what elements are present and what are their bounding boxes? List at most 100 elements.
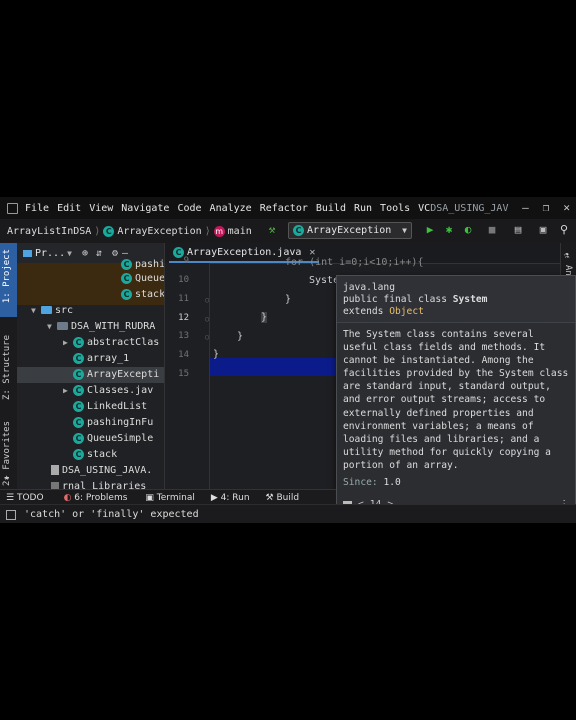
chevron-right-icon: ⟩ xyxy=(204,225,211,237)
tree-item-selected[interactable]: C ArrayExcepti xyxy=(17,367,164,383)
library-icon xyxy=(51,482,59,489)
doc-extends-link[interactable]: Object xyxy=(389,306,424,317)
restore-icon[interactable]: ❐ xyxy=(543,201,550,214)
terminal-icon[interactable]: ▣ xyxy=(537,224,549,236)
breadcrumb-project[interactable]: ArrayListInDSA xyxy=(7,226,91,237)
menu-navigate[interactable]: Navigate xyxy=(121,203,169,214)
tree-item[interactable]: CpashingInFu xyxy=(17,415,164,431)
code-line-9: for (int i=0;i<10;i++){ xyxy=(285,257,424,268)
tree-item[interactable]: C QueueSimple xyxy=(17,431,164,447)
line-number: 13 xyxy=(178,331,189,341)
problems-tool-button[interactable]: ◐ 6: Problems xyxy=(64,493,128,503)
chevron-down-icon: ▼ xyxy=(47,322,52,331)
status-message: 'catch' or 'finally' expected xyxy=(24,509,199,520)
tree-item[interactable]: rnal Libraries xyxy=(17,479,164,489)
menu-tools[interactable]: Tools xyxy=(380,203,410,214)
navigation-bar: ArrayListInDSA ⟩ C ArrayException ⟩ m ma… xyxy=(0,219,576,244)
tree-item[interactable]: Cstack xyxy=(17,447,164,463)
code-separator xyxy=(209,263,210,489)
left-tool-stripe: 1: Project Z: Structure 2: Favorites ★ xyxy=(0,243,18,489)
stop-icon[interactable]: ■ xyxy=(486,224,498,236)
chevron-right-icon: ⟩ xyxy=(94,225,101,237)
menu-build[interactable]: Build xyxy=(316,203,346,214)
bottom-tool-bar: ☰ TODO ◐ 6: Problems ▣ Terminal ▶ 4: Run… xyxy=(0,489,336,505)
tree-item[interactable]: C LinkedList xyxy=(17,399,164,415)
tree-item[interactable]: ▼ src xyxy=(17,303,164,319)
menu-code[interactable]: Code xyxy=(177,203,201,214)
todo-tool-button[interactable]: ☰ TODO xyxy=(6,493,44,503)
code-line-10: Syste xyxy=(309,275,340,286)
list-icon: ☰ xyxy=(6,492,15,503)
tree-item[interactable]: Carray_1 xyxy=(17,351,164,367)
app-icon xyxy=(7,202,18,214)
menu-bar: File Edit View Navigate Code Analyze Ref… xyxy=(0,197,576,219)
gutter: 9 10 11 12 13 14 15 ○ ○ ○ xyxy=(165,256,209,489)
chevron-down-icon: ▼ xyxy=(31,306,36,315)
sync-icon[interactable]: ▤ xyxy=(512,224,524,236)
star-icon: ★ xyxy=(4,473,10,483)
tab-label: ArrayException.java xyxy=(187,246,302,258)
project-title: DSA_USING_JAV xyxy=(430,202,509,214)
minimize-icon[interactable]: — xyxy=(522,201,529,214)
hammer-icon: ⚒ xyxy=(265,492,274,503)
line-number: 9 xyxy=(183,256,189,266)
project-tool-button[interactable]: 1: Project xyxy=(2,249,12,303)
coverage-icon[interactable]: ◐ xyxy=(462,224,474,236)
status-icon[interactable] xyxy=(6,509,16,520)
class-icon: C xyxy=(103,225,115,237)
class-icon: C xyxy=(121,258,132,270)
terminal-icon: ▣ xyxy=(145,492,154,503)
tree-item[interactable]: ▶ CabstractClas xyxy=(17,335,164,351)
menu-view[interactable]: View xyxy=(89,203,113,214)
breadcrumb-class[interactable]: ArrayException xyxy=(117,226,201,237)
class-icon: C xyxy=(293,225,304,236)
gradle-icon[interactable]: ⚗ xyxy=(564,251,569,261)
menu-analyze[interactable]: Analyze xyxy=(210,203,252,214)
doc-package: java.lang xyxy=(343,282,395,293)
line-number-current: 12 xyxy=(178,313,189,323)
package-icon xyxy=(57,322,68,330)
code-line-12: } xyxy=(261,312,268,323)
project-panel: Pr... ▼ ⊕ ⇵ ⚙ — Cpashi C Queue Cstack ▼ sr… xyxy=(17,243,165,489)
class-icon: C xyxy=(73,416,84,428)
build-tool-button[interactable]: ⚒ Build xyxy=(266,493,300,503)
tree-item[interactable]: DSA_USING_JAVA. xyxy=(17,463,164,479)
tree-item[interactable]: ▶ C Classes.jav xyxy=(17,383,164,399)
class-icon: C xyxy=(121,288,132,300)
menu-vcs[interactable]: VC xyxy=(418,203,430,214)
doc-extends: extends Object xyxy=(343,306,424,317)
debug-icon[interactable]: ✱ xyxy=(443,224,455,236)
run-tool-button[interactable]: ▶ 4: Run xyxy=(211,493,250,503)
breadcrumb-method[interactable]: main xyxy=(228,226,252,237)
menu-run[interactable]: Run xyxy=(354,203,372,214)
run-configuration-select[interactable]: C ArrayException ▼ xyxy=(288,222,412,239)
line-number: 10 xyxy=(178,275,189,285)
tree-item[interactable]: C Queue xyxy=(17,271,164,287)
tree-item[interactable]: Cstack xyxy=(17,287,164,303)
folder-icon xyxy=(23,249,32,257)
tree-item[interactable]: ▼ DSA_WITH_RUDRA xyxy=(17,319,164,335)
quick-documentation-popup: java.lang public final class System exte… xyxy=(336,275,576,519)
menu-file[interactable]: File xyxy=(25,203,49,214)
close-icon[interactable]: ✕ xyxy=(309,247,315,258)
structure-tool-button[interactable]: Z: Structure xyxy=(2,335,12,400)
code-line-11: } xyxy=(285,294,292,305)
hammer-icon[interactable]: ⚒ xyxy=(266,224,278,236)
code-line-13: } xyxy=(237,331,244,342)
class-icon: C xyxy=(73,352,84,364)
run-icon[interactable]: ▶ xyxy=(424,224,436,236)
class-icon: C xyxy=(73,336,84,348)
error-icon: ◐ xyxy=(63,492,72,503)
menu-edit[interactable]: Edit xyxy=(57,203,81,214)
class-icon: C xyxy=(73,368,84,380)
run-configuration-label: ArrayException xyxy=(307,225,392,236)
doc-since: Since: 1.0 xyxy=(343,477,401,489)
close-icon[interactable]: ✕ xyxy=(563,201,570,214)
doc-header: java.lang public final class System exte… xyxy=(337,276,575,323)
class-icon: C xyxy=(73,448,84,460)
search-icon[interactable]: ⚲ xyxy=(558,224,570,236)
window-controls: — ❐ ✕ xyxy=(522,201,570,214)
terminal-tool-button[interactable]: ▣ Terminal xyxy=(145,493,194,503)
ide-window: File Edit View Navigate Code Analyze Ref… xyxy=(0,197,576,523)
menu-refactor[interactable]: Refactor xyxy=(260,203,308,214)
